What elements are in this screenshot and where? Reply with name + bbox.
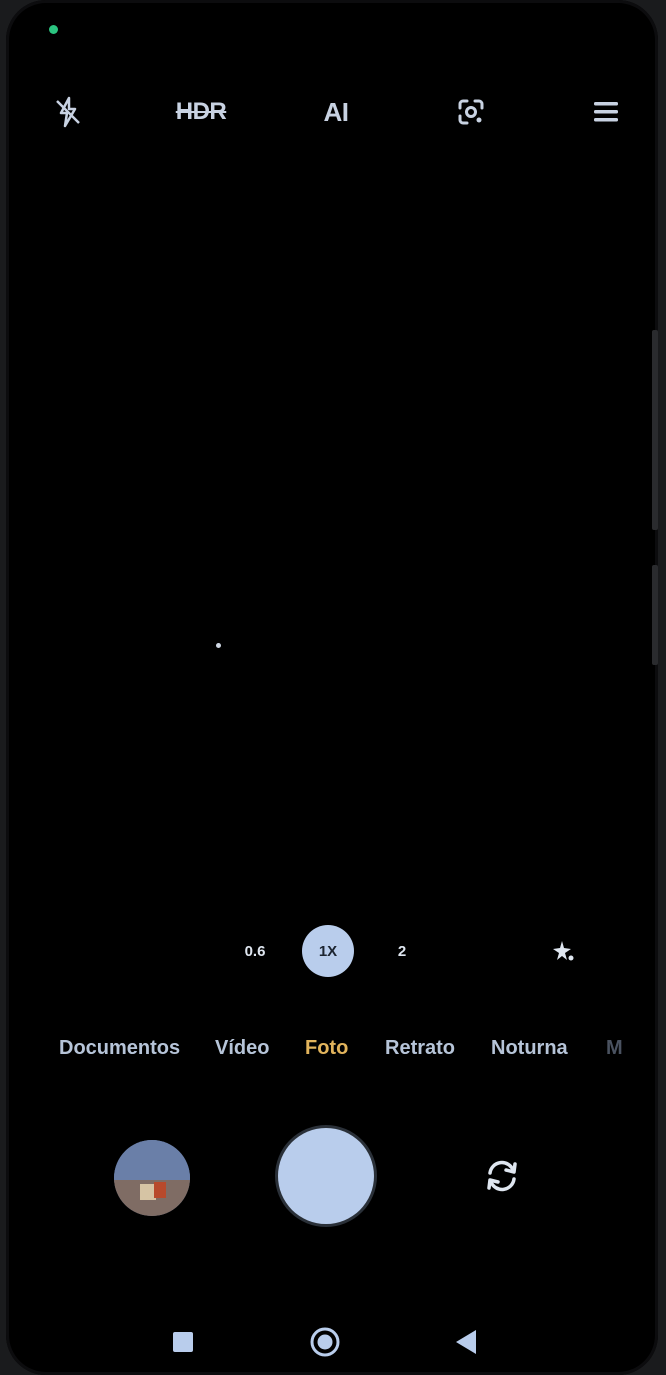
- mode-more[interactable]: M: [606, 1028, 623, 1068]
- zoom-0-6-button[interactable]: 0.6: [229, 925, 281, 977]
- home-circle-icon: [310, 1327, 340, 1357]
- capture-controls: [6, 1120, 658, 1235]
- mode-noturna[interactable]: Noturna: [491, 1028, 568, 1068]
- system-nav-bar: [6, 1315, 658, 1369]
- gallery-thumbnail[interactable]: [114, 1140, 190, 1216]
- flash-off-icon: [56, 96, 80, 128]
- camera-active-indicator: [49, 25, 58, 34]
- hamburger-menu-icon: [594, 102, 618, 122]
- mode-retrato[interactable]: Retrato: [385, 1028, 455, 1068]
- back-triangle-icon: [456, 1330, 476, 1354]
- mode-video[interactable]: Vídeo: [215, 1028, 269, 1068]
- mode-documentos[interactable]: Documentos: [59, 1028, 180, 1068]
- flash-button[interactable]: [46, 80, 90, 144]
- home-button[interactable]: [298, 1315, 352, 1369]
- mode-selector: Documentos Vídeo Foto Retrato Noturna M: [6, 1028, 658, 1068]
- switch-camera-button[interactable]: [476, 1150, 528, 1202]
- menu-button[interactable]: [584, 80, 628, 144]
- zoom-2-button[interactable]: 2: [376, 925, 428, 977]
- zoom-1x-button[interactable]: 1X: [302, 925, 354, 977]
- recents-button[interactable]: [156, 1315, 210, 1369]
- viewfinder[interactable]: [6, 150, 658, 910]
- lens-button[interactable]: [446, 80, 496, 144]
- back-button[interactable]: [439, 1315, 493, 1369]
- mode-foto[interactable]: Foto: [305, 1028, 348, 1068]
- top-toolbar: HDR AI: [6, 80, 658, 144]
- zoom-selector: 0.6 1X 2: [6, 925, 658, 977]
- camera-screen: HDR AI 0.6 1X 2 Documentos Vídeo Foto Re…: [6, 0, 658, 1375]
- hdr-button[interactable]: HDR: [166, 80, 236, 144]
- switch-camera-icon: [487, 1160, 517, 1192]
- shutter-button[interactable]: [278, 1128, 374, 1224]
- beauty-filter-button[interactable]: [537, 925, 589, 977]
- ai-button[interactable]: AI: [311, 80, 361, 144]
- google-lens-icon: [458, 99, 484, 125]
- focus-point: [216, 643, 221, 648]
- recents-square-icon: [173, 1332, 193, 1352]
- sparkle-filter-icon: [553, 941, 574, 961]
